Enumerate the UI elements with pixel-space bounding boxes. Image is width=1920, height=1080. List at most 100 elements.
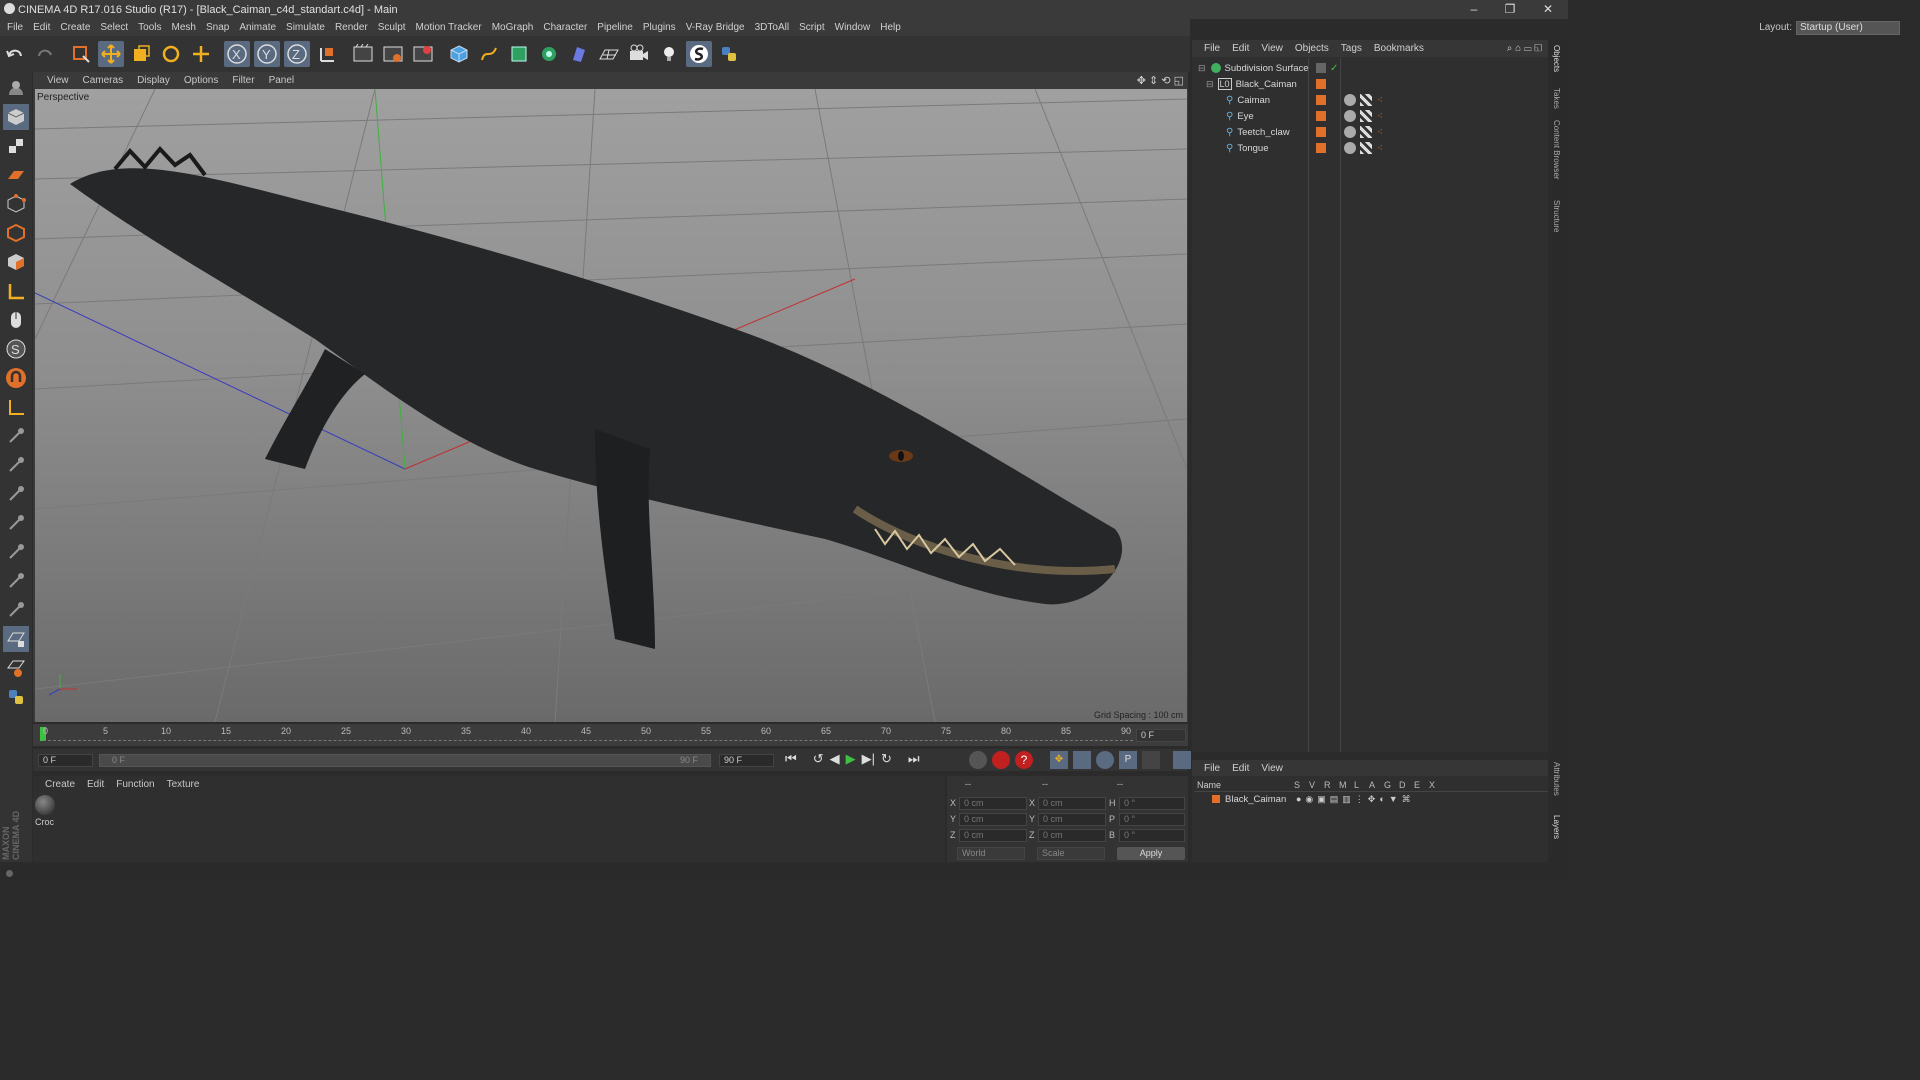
snap-icon[interactable]: S	[3, 336, 29, 362]
rotate-tool-icon[interactable]	[158, 41, 184, 67]
material-tag-icon[interactable]	[1344, 94, 1356, 106]
python-console-icon[interactable]	[3, 684, 29, 710]
live-selection-icon[interactable]	[68, 41, 94, 67]
viewport-menu-panel[interactable]: Panel	[269, 75, 295, 86]
sculpt-brush-icon-6[interactable]	[3, 568, 29, 594]
close-button[interactable]: ✕	[1530, 0, 1566, 19]
objects-menu-objects[interactable]: Objects	[1295, 43, 1329, 54]
object-row-subdivision-surface[interactable]: ⊟ Subdivision Surface ✓	[1194, 60, 1548, 76]
key-point-level-icon[interactable]	[1142, 751, 1160, 769]
sculpt-brush-icon-1[interactable]	[3, 423, 29, 449]
menu-window[interactable]: Window	[835, 22, 871, 33]
uvw-tag-icon[interactable]	[1360, 110, 1372, 122]
layer-color-swatch[interactable]	[1316, 95, 1326, 105]
layout-dropdown[interactable]: Startup (User)	[1796, 20, 1900, 35]
sculpt-brush-icon-3[interactable]	[3, 481, 29, 507]
layers-menu-file[interactable]: File	[1204, 763, 1220, 774]
planar-workplane-icon[interactable]	[3, 655, 29, 681]
move-tool-icon[interactable]	[98, 41, 124, 67]
preview-range-slider[interactable]: 0 F 90 F	[99, 754, 711, 767]
layer-toggle-icons[interactable]: ●◉▣▤▥⋮✥◐▼⌘	[1296, 794, 1415, 805]
caiman-model[interactable]	[70, 145, 1123, 649]
selection-tag-icon[interactable]: ⁖	[1377, 143, 1383, 154]
viewport-menu-display[interactable]: Display	[137, 75, 170, 86]
minimize-button[interactable]: –	[1456, 0, 1492, 19]
transform-tool-icon[interactable]	[188, 41, 214, 67]
object-row-eye[interactable]: ⚲ Eye ⁖	[1194, 108, 1548, 124]
collapse-icon[interactable]: ⊟	[1206, 79, 1214, 90]
3d-viewport[interactable]	[35, 89, 1187, 722]
objects-menu-edit[interactable]: Edit	[1232, 43, 1249, 54]
objects-menu-file[interactable]: File	[1204, 43, 1220, 54]
key-scale-icon[interactable]	[1073, 751, 1091, 769]
viewport-menu-view[interactable]: View	[47, 75, 69, 86]
menu-file[interactable]: File	[7, 22, 23, 33]
camera-icon[interactable]	[626, 41, 652, 67]
model-mode-icon[interactable]	[3, 104, 29, 130]
tab-takes[interactable]: Takes	[1552, 88, 1561, 109]
selection-tag-icon[interactable]: ⁖	[1377, 95, 1383, 106]
menu-mesh[interactable]: Mesh	[172, 22, 196, 33]
rot-b-field[interactable]: 0 °	[1119, 829, 1185, 842]
layer-color-swatch[interactable]	[1316, 143, 1326, 153]
end-frame-field[interactable]: 90 F	[719, 754, 774, 767]
z-axis-lock-icon[interactable]: Z	[284, 41, 310, 67]
object-manager-tools-icons[interactable]: ⌕ ⌂ ▭ ◱	[1507, 43, 1542, 54]
layer-color-swatch[interactable]	[1316, 111, 1326, 121]
key-parameter-icon[interactable]: P	[1119, 751, 1137, 769]
pos-z-field[interactable]: 0 cm	[959, 829, 1027, 842]
tab-structure[interactable]: Structure	[1552, 200, 1561, 232]
edges-mode-icon[interactable]	[3, 220, 29, 246]
viewport-nav-icons[interactable]: ✥ ⇕ ⟲ ◱	[1137, 74, 1184, 87]
objects-menu-tags[interactable]: Tags	[1341, 43, 1362, 54]
sculpt-brush-icon-7[interactable]	[3, 597, 29, 623]
key-rotation-icon[interactable]	[1096, 751, 1114, 769]
tab-content-browser[interactable]: Content Browser	[1552, 120, 1561, 180]
points-mode-icon[interactable]	[3, 191, 29, 217]
workplane-mode-icon[interactable]	[3, 162, 29, 188]
material-swatch-croc[interactable]: Croc	[35, 795, 57, 829]
objects-menu-bookmarks[interactable]: Bookmarks	[1374, 43, 1424, 54]
objects-menu-view[interactable]: View	[1261, 43, 1283, 54]
timeline-ruler[interactable]: 0 5 10 15 20 25 30 35 40 45 50 55 60 65 …	[33, 724, 1188, 746]
layer-color-swatch[interactable]	[1212, 795, 1220, 803]
python-icon[interactable]	[716, 41, 742, 67]
undo-icon[interactable]	[2, 41, 28, 67]
viewport-menu-options[interactable]: Options	[184, 75, 218, 86]
next-frame-icon[interactable]: ▶|	[862, 751, 875, 767]
coord-scale-dropdown[interactable]: Scale	[1037, 847, 1105, 860]
floor-icon[interactable]	[596, 41, 622, 67]
tab-objects[interactable]: Objects	[1552, 45, 1561, 72]
selection-tag-icon[interactable]: ⁖	[1377, 111, 1383, 122]
scale-tool-icon[interactable]	[128, 41, 154, 67]
cube-primitive-icon[interactable]	[446, 41, 472, 67]
menu-render[interactable]: Render	[335, 22, 368, 33]
menu-vray-bridge[interactable]: V-Ray Bridge	[686, 22, 745, 33]
enabled-checkmark-icon[interactable]: ✓	[1330, 63, 1338, 74]
tweak-mode-icon[interactable]	[3, 307, 29, 333]
light-icon[interactable]	[656, 41, 682, 67]
sculpt-brush-icon-5[interactable]	[3, 539, 29, 565]
object-row-black-caiman[interactable]: ⊟ L0 Black_Caiman	[1194, 76, 1548, 92]
layers-menu-edit[interactable]: Edit	[1232, 763, 1249, 774]
x-axis-lock-icon[interactable]: X	[224, 41, 250, 67]
menu-edit[interactable]: Edit	[33, 22, 50, 33]
selection-tag-icon[interactable]: ⁖	[1377, 127, 1383, 138]
render-picture-viewer-icon[interactable]	[380, 41, 406, 67]
go-to-start-icon[interactable]: ⏮	[785, 751, 797, 767]
record-active-objects-icon[interactable]	[992, 751, 1010, 769]
size-x-field[interactable]: 0 cm	[1038, 797, 1106, 810]
object-row-caiman[interactable]: ⚲ Caiman ⁖	[1194, 92, 1548, 108]
uvw-tag-icon[interactable]	[1360, 94, 1372, 106]
menu-mograph[interactable]: MoGraph	[492, 22, 534, 33]
axis-mode-icon[interactable]	[3, 278, 29, 304]
cloner-icon[interactable]	[536, 41, 562, 67]
render-view-icon[interactable]	[350, 41, 376, 67]
sculpt-brush-icon-4[interactable]	[3, 510, 29, 536]
menu-create[interactable]: Create	[60, 22, 90, 33]
rot-h-field[interactable]: 0 °	[1119, 797, 1185, 810]
deformer-icon[interactable]	[566, 41, 592, 67]
collapse-icon[interactable]: ⊟	[1198, 63, 1206, 74]
spline-pen-icon[interactable]	[476, 41, 502, 67]
material-menu-edit[interactable]: Edit	[87, 779, 104, 790]
